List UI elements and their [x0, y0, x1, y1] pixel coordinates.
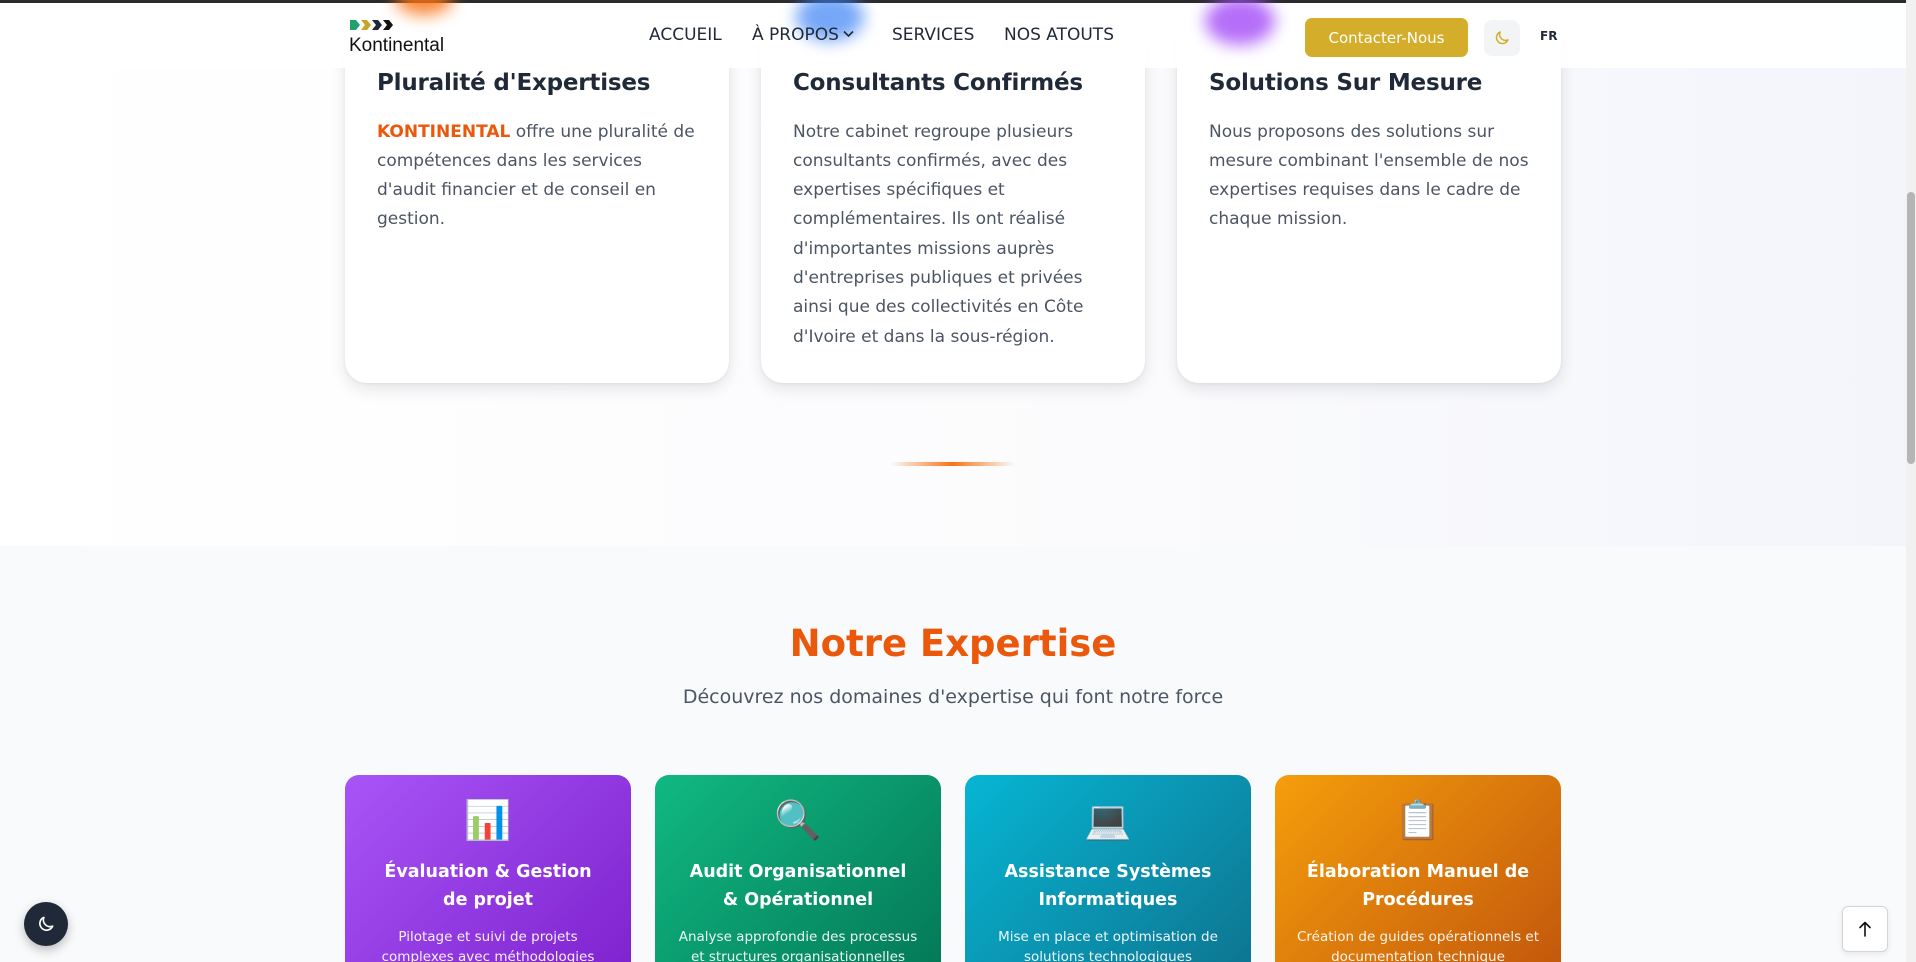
- nav-a-propos-label: À PROPOS: [752, 25, 839, 45]
- atout-text: Nous proposons des solutions sur mesure …: [1209, 121, 1529, 230]
- expertise-section: Notre Expertise Découvrez nos domaines d…: [0, 546, 1906, 962]
- atout-title: Solutions Sur Mesure: [1209, 70, 1483, 96]
- atout-card-solutions: Solutions Sur Mesure Nous proposons des …: [1177, 20, 1561, 383]
- expertise-card-title: Assistance Systèmes Informatiques: [1004, 862, 1212, 910]
- contact-button[interactable]: Contacter-Nous: [1305, 18, 1468, 57]
- decor-blob-orange: [395, 0, 453, 15]
- theme-toggle-button[interactable]: [1484, 20, 1520, 56]
- expertise-card-text: Analyse approfondie des processus et str…: [678, 929, 918, 962]
- scrollbar[interactable]: [1906, 0, 1916, 962]
- expertise-card-text: Pilotage et suivi de projets complexes a…: [381, 929, 595, 962]
- brand-highlight: KONTINENTAL: [377, 121, 511, 142]
- atout-text: KONTINENTAL offre une pluralité de compé…: [377, 118, 697, 235]
- logo[interactable]: Kontinental: [346, 15, 456, 59]
- clipboard-icon: 📋: [1394, 798, 1442, 842]
- page: Pluralité d'Expertises KONTINENTAL offre…: [0, 0, 1906, 962]
- atout-title: Pluralité d'Expertises: [377, 70, 651, 96]
- logo-arrows-icon: [350, 20, 393, 30]
- expertise-card-systemes[interactable]: 💻 Assistance Systèmes Informatiques Mise…: [965, 775, 1251, 962]
- logo-text: Kontinental: [349, 35, 445, 56]
- expertise-card-title: Audit Organisationnel & Opérationnel: [689, 862, 907, 910]
- atouts-section: Pluralité d'Expertises KONTINENTAL offre…: [0, 0, 1906, 546]
- nav-services[interactable]: SERVICES: [892, 25, 974, 45]
- decor-blob-purple: [1205, 0, 1275, 45]
- nav-accueil[interactable]: ACCUEIL: [649, 25, 722, 45]
- moon-icon: [39, 916, 54, 931]
- atout-card-expertises: Pluralité d'Expertises KONTINENTAL offre…: [345, 20, 729, 383]
- arrow-up-icon: [1859, 921, 1871, 937]
- expertise-card-title: Évaluation & Gestion de projet: [384, 862, 592, 910]
- section-divider: [890, 462, 1015, 466]
- expertise-card-procedures[interactable]: 📋 Élaboration Manuel de Procédures Créat…: [1275, 775, 1561, 962]
- section-subtitle: Découvrez nos domaines d'expertise qui f…: [682, 686, 1224, 708]
- expertise-card-audit[interactable]: 🔍 Audit Organisationnel & Opérationnel A…: [655, 775, 941, 962]
- scrollbar-thumb[interactable]: [1907, 192, 1915, 464]
- language-switch[interactable]: FR: [1540, 29, 1557, 43]
- chevron-down-icon: [843, 30, 854, 38]
- navbar: Kontinental ACCUEIL À PROPOS SERVICES NO…: [0, 0, 1906, 68]
- atout-card-consultants: Consultants Confirmés Notre cabinet regr…: [761, 20, 1145, 383]
- expertise-card-text: Mise en place et optimisation de solutio…: [998, 929, 1218, 962]
- section-title: Notre Expertise: [789, 622, 1117, 665]
- dark-mode-fab[interactable]: [24, 902, 68, 946]
- nav-nos-atouts[interactable]: NOS ATOUTS: [1004, 25, 1114, 45]
- back-to-top-button[interactable]: [1842, 906, 1888, 952]
- nav-a-propos[interactable]: À PROPOS: [752, 25, 854, 45]
- atout-title: Consultants Confirmés: [793, 70, 1083, 96]
- moon-icon: [1495, 31, 1509, 45]
- expertise-card-evaluation[interactable]: 📊 Évaluation & Gestion de projet Pilotag…: [345, 775, 631, 962]
- expertise-card-text: Création de guides opérationnels et docu…: [1296, 929, 1539, 962]
- laptop-icon: 💻: [1084, 798, 1132, 842]
- bar-chart-icon: 📊: [464, 798, 512, 842]
- expertise-card-title: Élaboration Manuel de Procédures: [1306, 862, 1530, 910]
- magnifier-icon: 🔍: [774, 798, 822, 842]
- atout-text: Notre cabinet regroupe plusieurs consult…: [793, 121, 1084, 347]
